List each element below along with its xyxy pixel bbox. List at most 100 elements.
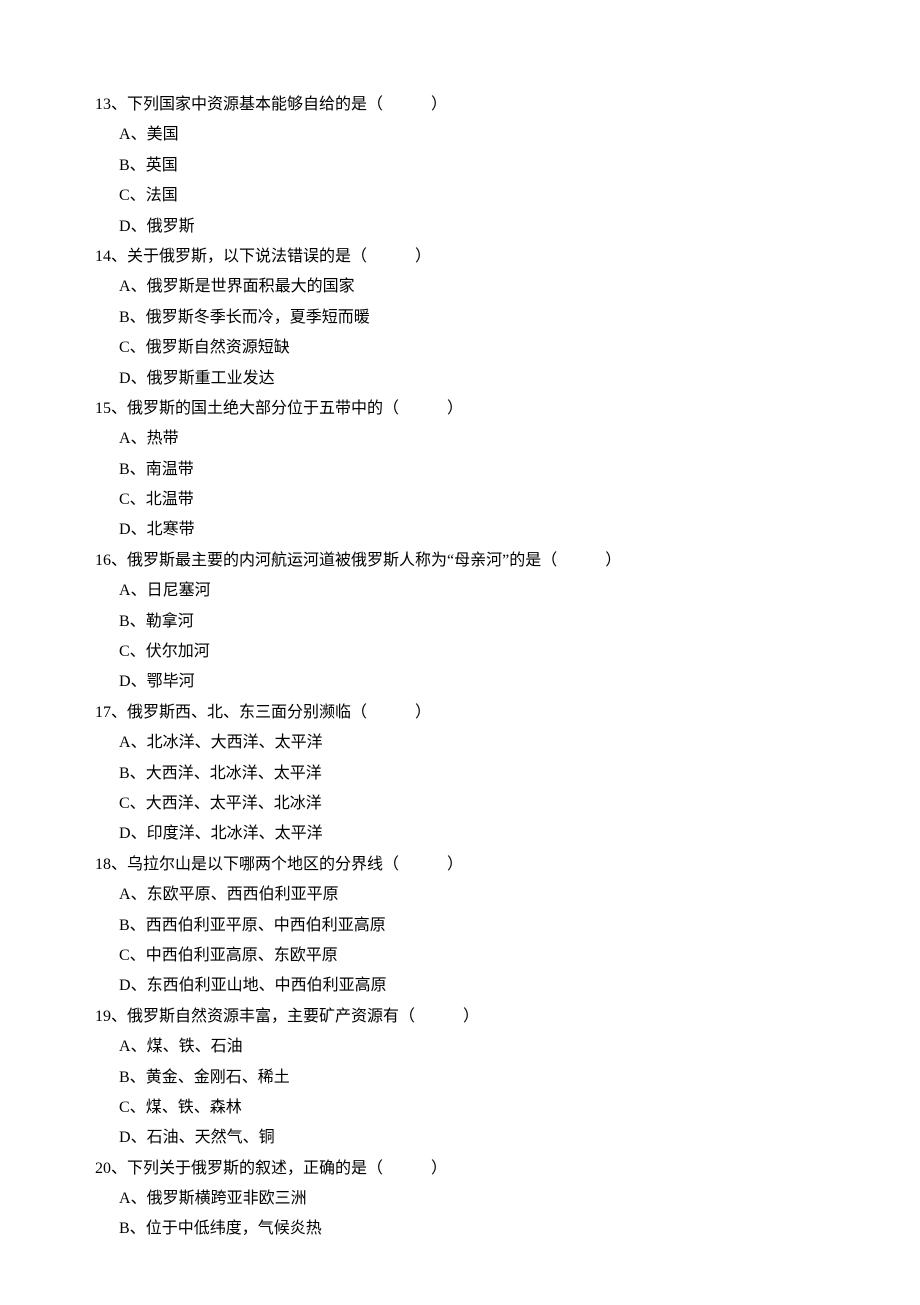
option-separator: 、 (130, 1099, 146, 1116)
answer-option: A、日尼塞河 (95, 576, 825, 606)
answer-option: D、俄罗斯 (95, 212, 825, 242)
question-number-separator: 、 (111, 248, 127, 265)
question-number-separator: 、 (111, 1160, 127, 1177)
answer-option: A、热带 (95, 424, 825, 454)
option-text: 位于中低纬度，气候炎热 (146, 1220, 322, 1237)
option-label: D (119, 673, 131, 690)
option-separator: 、 (131, 734, 147, 751)
option-label: A (119, 886, 131, 903)
answer-option: B、位于中低纬度，气候炎热 (95, 1214, 825, 1244)
option-label: A (119, 126, 131, 143)
option-text: 大西洋、北冰洋、太平洋 (146, 765, 322, 782)
option-text: 北冰洋、大西洋、太平洋 (147, 734, 323, 751)
option-separator: 、 (130, 1220, 146, 1237)
option-label: D (119, 1129, 131, 1146)
option-separator: 、 (130, 187, 146, 204)
option-separator: 、 (131, 126, 147, 143)
option-separator: 、 (130, 765, 146, 782)
question-stem: 18、乌拉尔山是以下哪两个地区的分界线（ ） (95, 850, 825, 880)
question-stem: 20、下列关于俄罗斯的叙述，正确的是（ ） (95, 1154, 825, 1184)
option-label: D (119, 977, 131, 994)
answer-option: C、煤、铁、森林 (95, 1093, 825, 1123)
option-label: B (119, 1220, 130, 1237)
option-separator: 、 (130, 917, 146, 934)
option-text: 日尼塞河 (147, 582, 211, 599)
option-separator: 、 (131, 1038, 147, 1055)
question-number-separator: 、 (111, 1008, 127, 1025)
question-number: 19 (95, 1008, 111, 1025)
question-number: 16 (95, 552, 111, 569)
answer-option: D、东西伯利亚山地、中西伯利亚高原 (95, 971, 825, 1001)
question-stem-text: 下列关于俄罗斯的叙述，正确的是（ ） (127, 1160, 447, 1177)
option-text: 东西伯利亚山地、中西伯利亚高原 (147, 977, 387, 994)
option-label: B (119, 613, 130, 630)
option-label: C (119, 947, 130, 964)
answer-option: C、大西洋、太平洋、北冰洋 (95, 789, 825, 819)
option-label: D (119, 218, 131, 235)
answer-option: D、石油、天然气、铜 (95, 1123, 825, 1153)
answer-option: A、俄罗斯是世界面积最大的国家 (95, 272, 825, 302)
option-text: 英国 (146, 157, 178, 174)
answer-option: C、中西伯利亚高原、东欧平原 (95, 941, 825, 971)
answer-option: B、大西洋、北冰洋、太平洋 (95, 759, 825, 789)
option-text: 美国 (147, 126, 179, 143)
question-number: 15 (95, 400, 111, 417)
option-text: 俄罗斯是世界面积最大的国家 (147, 278, 355, 295)
question-stem-text: 俄罗斯的国土绝大部分位于五带中的（ ） (127, 400, 463, 417)
answer-option: A、北冰洋、大西洋、太平洋 (95, 728, 825, 758)
option-label: B (119, 157, 130, 174)
answer-option: B、英国 (95, 151, 825, 181)
question-number-separator: 、 (111, 552, 127, 569)
option-separator: 、 (130, 491, 146, 508)
option-text: 伏尔加河 (146, 643, 210, 660)
option-label: C (119, 643, 130, 660)
option-separator: 、 (130, 947, 146, 964)
option-text: 俄罗斯冬季长而冷，夏季短而暖 (146, 309, 370, 326)
question-stem: 16、俄罗斯最主要的内河航运河道被俄罗斯人称为“母亲河”的是（ ） (95, 546, 825, 576)
option-label: D (119, 825, 131, 842)
option-text: 石油、天然气、铜 (147, 1129, 275, 1146)
answer-option: A、东欧平原、西西伯利亚平原 (95, 880, 825, 910)
answer-option: C、俄罗斯自然资源短缺 (95, 333, 825, 363)
option-separator: 、 (130, 795, 146, 812)
answer-option: B、南温带 (95, 455, 825, 485)
option-text: 印度洋、北冰洋、太平洋 (147, 825, 323, 842)
answer-option: A、俄罗斯横跨亚非欧三洲 (95, 1184, 825, 1214)
option-text: 中西伯利亚高原、东欧平原 (146, 947, 338, 964)
option-text: 俄罗斯重工业发达 (147, 370, 275, 387)
answer-option: D、印度洋、北冰洋、太平洋 (95, 819, 825, 849)
option-separator: 、 (131, 278, 147, 295)
option-label: D (119, 521, 131, 538)
option-label: B (119, 917, 130, 934)
option-text: 黄金、金刚石、稀土 (146, 1069, 290, 1086)
question-stem-text: 关于俄罗斯，以下说法错误的是（ ） (127, 248, 431, 265)
answer-option: D、俄罗斯重工业发达 (95, 364, 825, 394)
answer-option: C、法国 (95, 181, 825, 211)
option-text: 俄罗斯自然资源短缺 (146, 339, 290, 356)
option-separator: 、 (131, 977, 147, 994)
option-label: C (119, 491, 130, 508)
option-separator: 、 (130, 1069, 146, 1086)
question-number: 20 (95, 1160, 111, 1177)
answer-option: B、俄罗斯冬季长而冷，夏季短而暖 (95, 303, 825, 333)
option-text: 北寒带 (147, 521, 195, 538)
option-label: B (119, 1069, 130, 1086)
question-number: 13 (95, 96, 111, 113)
question-stem: 19、俄罗斯自然资源丰富，主要矿产资源有（ ） (95, 1002, 825, 1032)
answer-option: D、北寒带 (95, 515, 825, 545)
option-separator: 、 (130, 613, 146, 630)
question-number-separator: 、 (111, 96, 127, 113)
question-number-separator: 、 (111, 704, 127, 721)
option-text: 热带 (147, 430, 179, 447)
option-label: A (119, 430, 131, 447)
question-number-separator: 、 (111, 856, 127, 873)
option-separator: 、 (130, 309, 146, 326)
option-text: 煤、铁、森林 (146, 1099, 242, 1116)
option-separator: 、 (131, 1190, 147, 1207)
option-label: A (119, 582, 131, 599)
option-text: 俄罗斯 (147, 218, 195, 235)
option-separator: 、 (131, 582, 147, 599)
option-separator: 、 (130, 339, 146, 356)
option-separator: 、 (130, 461, 146, 478)
option-separator: 、 (131, 825, 147, 842)
